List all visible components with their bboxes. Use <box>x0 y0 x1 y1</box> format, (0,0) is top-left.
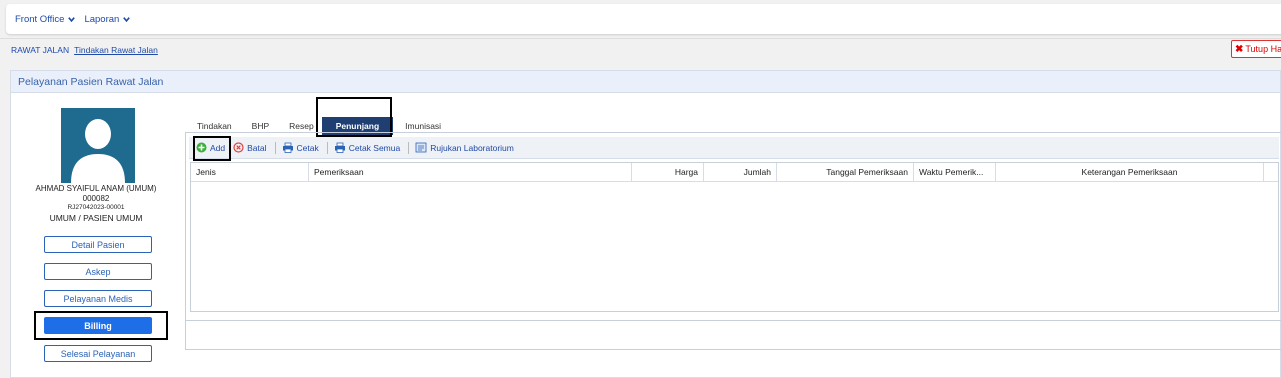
tab-highlight-box <box>316 97 392 137</box>
askep-button[interactable]: Askep <box>44 263 152 280</box>
batal-label: Batal <box>247 142 267 153</box>
patient-reg-no: RJ27042023-00001 <box>67 204 125 211</box>
patient-mrn: 000082 <box>82 194 110 203</box>
close-icon: ✖ <box>1235 43 1244 55</box>
printer-icon <box>334 142 345 153</box>
batal-button[interactable]: Batal <box>233 142 267 153</box>
col-harga[interactable]: Harga <box>632 163 704 181</box>
nav-front-office[interactable]: Front Office <box>15 14 76 25</box>
cetak-label: Cetak <box>296 142 319 153</box>
add-highlight-box <box>193 136 231 161</box>
detail-pasien-button[interactable]: Detail Pasien <box>44 236 152 253</box>
col-waktu-pemeriksaan[interactable]: Waktu Pemerik... <box>914 163 996 181</box>
breadcrumb-current[interactable]: Tindakan Rawat Jalan <box>74 45 158 55</box>
main-panel: Pelayanan Pasien Rawat Jalan AHMAD SYAIF… <box>10 70 1281 378</box>
col-jumlah[interactable]: Jumlah <box>704 163 777 181</box>
cetak-semua-label: Cetak Semua <box>348 142 401 153</box>
cetak-semua-button[interactable]: Cetak Semua <box>334 142 401 153</box>
toolbar-separator <box>274 141 276 154</box>
selesai-pelayanan-button[interactable]: Selesai Pelayanan <box>44 345 152 362</box>
user-icon <box>71 119 125 183</box>
close-tab-button[interactable]: ✖ Tutup Ha <box>1231 40 1281 58</box>
grid-footer-line <box>185 320 1281 321</box>
patient-name: AHMAD SYAIFUL ANAM (UMUM) <box>35 184 157 193</box>
col-jenis[interactable]: Jenis <box>191 163 309 181</box>
toolbar: Add Batal Cetak Cetak Semua Rujukan Labo… <box>189 137 1279 159</box>
printer-icon <box>282 142 293 153</box>
document-icon <box>415 142 427 153</box>
col-tanggal-pemeriksaan[interactable]: Tanggal Pemeriksaan <box>777 163 914 181</box>
chevron-down-icon <box>68 16 76 22</box>
cetak-button[interactable]: Cetak <box>282 142 319 153</box>
close-tab-label: Tutup Ha <box>1245 44 1281 54</box>
panel-title: Pelayanan Pasien Rawat Jalan <box>11 71 1280 93</box>
top-nav: Front Office Laporan <box>6 4 1281 34</box>
nav-laporan-label: Laporan <box>84 13 120 25</box>
toolbar-separator <box>326 141 328 154</box>
breadcrumb-root[interactable]: RAWAT JALAN <box>11 45 69 55</box>
grid-header: Jenis Pemeriksaan Harga Jumlah Tanggal P… <box>191 163 1278 182</box>
pelayanan-medis-button[interactable]: Pelayanan Medis <box>44 290 152 307</box>
breadcrumb: RAWAT JALAN Tindakan Rawat Jalan <box>0 38 1281 60</box>
nav-front-office-label: Front Office <box>15 13 65 25</box>
nav-laporan[interactable]: Laporan <box>84 14 131 25</box>
penunjang-grid: Jenis Pemeriksaan Harga Jumlah Tanggal P… <box>190 162 1279 312</box>
col-pemeriksaan[interactable]: Pemeriksaan <box>309 163 632 181</box>
rujukan-label: Rujukan Laboratorium <box>430 142 514 153</box>
patient-avatar <box>61 108 135 183</box>
chevron-down-icon <box>123 16 131 22</box>
patient-payer: UMUM / PASIEN UMUM <box>49 213 143 223</box>
billing-highlight-box <box>34 311 168 340</box>
col-keterangan-pemeriksaan[interactable]: Keterangan Pemeriksaan <box>996 163 1264 181</box>
cancel-icon <box>233 142 244 153</box>
toolbar-separator <box>408 141 410 154</box>
rujukan-laboratorium-button[interactable]: Rujukan Laboratorium <box>415 142 514 153</box>
